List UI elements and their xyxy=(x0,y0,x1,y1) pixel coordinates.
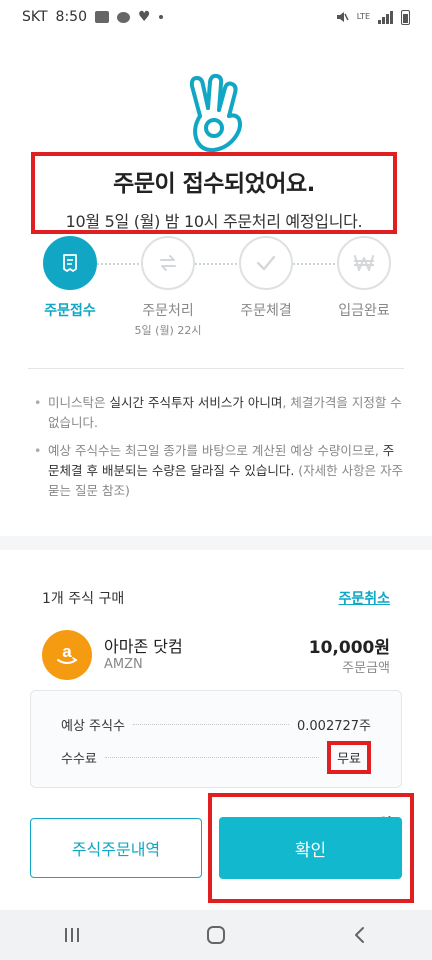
recent-apps-icon xyxy=(65,928,79,942)
stock-ticker: AMZN xyxy=(104,657,143,672)
svg-text:a: a xyxy=(62,642,72,661)
check-icon xyxy=(256,255,276,271)
step-sub-label: 5일 (월) 22시 xyxy=(134,324,202,337)
notice-item: 예상 주식수는 최근일 종가를 바탕으로 계산된 예상 수량이므로, 주문체결 … xyxy=(34,441,404,501)
cancel-order-link[interactable]: 주문취소 xyxy=(338,588,390,608)
won-icon xyxy=(354,255,374,271)
order-amount-label: 주문금액 xyxy=(342,661,390,676)
back-icon xyxy=(355,927,364,943)
step-circle xyxy=(43,236,97,290)
notice-text: 예상 주식수는 최근일 종가를 바탕으로 계산된 예상 수량이므로, xyxy=(48,443,383,458)
photo-icon xyxy=(95,11,109,23)
clock: 8:50 xyxy=(55,9,87,25)
signal-icon xyxy=(378,10,393,24)
receipt-icon xyxy=(63,254,77,272)
order-progress-steps: 주문접수 주문처리 5일 (월) 22시 주문체결 입금완료 xyxy=(0,236,432,346)
notice-item: 미니스탁은 실시간 주식투자 서비스가 아니며, 체결가격을 지정할 수 없습니… xyxy=(34,393,404,433)
status-bar: SKT 8:50 ♥ LTE xyxy=(0,0,432,34)
amazon-logo-icon: a xyxy=(57,642,78,664)
stock-name: 아마존 닷컴 xyxy=(104,637,183,656)
step-circle xyxy=(141,236,195,290)
fee-row: 수수료 무료 xyxy=(61,741,371,774)
back-button[interactable] xyxy=(330,915,390,955)
leader-dots xyxy=(104,757,320,758)
step-order-received: 주문접수 xyxy=(25,236,115,320)
leader-dots xyxy=(132,724,289,725)
status-left: SKT 8:50 ♥ xyxy=(22,9,163,25)
order-history-button[interactable]: 주식주문내역 xyxy=(30,818,202,878)
notice-emphasis: 실시간 주식투자 서비스가 아니며 xyxy=(109,395,283,410)
step-circle xyxy=(337,236,391,290)
carrier-label: SKT xyxy=(22,9,48,25)
expected-shares-value: 0.002727주 xyxy=(297,719,371,734)
order-received-highlight: 주문이 접수되었어요. 10월 5일 (월) 밤 10시 주문처리 예정입니다. xyxy=(31,152,397,234)
order-detail-box: 예상 주식수 0.002727주 수수료 무료 xyxy=(30,690,402,788)
expected-shares-row: 예상 주식수 0.002727주 xyxy=(61,715,371,734)
section-separator xyxy=(0,536,432,550)
confirm-button[interactable]: 확인 xyxy=(219,817,402,879)
home-icon xyxy=(207,926,225,944)
step-deposit-complete: 입금완료 xyxy=(319,236,409,320)
ok-hand-icon xyxy=(189,73,242,153)
status-right: LTE xyxy=(335,9,410,25)
step-label: 주문접수 xyxy=(44,303,96,319)
step-label: 입금완료 xyxy=(338,303,390,319)
order-count-heading: 1개 주식 구매 xyxy=(42,591,125,607)
step-order-executed: 주문체결 xyxy=(221,236,311,320)
page-title: 주문이 접수되었어요. xyxy=(113,171,315,197)
battery-icon xyxy=(401,9,410,25)
recent-apps-button[interactable] xyxy=(42,915,102,955)
divider xyxy=(28,368,404,369)
step-order-processing: 주문처리 5일 (월) 22시 xyxy=(123,236,213,338)
network-label: LTE xyxy=(356,12,370,21)
page-subtitle: 10월 5일 (월) 밤 10시 주문처리 예정입니다. xyxy=(65,212,363,231)
order-amount: 10,000원 xyxy=(308,638,390,658)
notice-list: 미니스탁은 실시간 주식투자 서비스가 아니며, 체결가격을 지정할 수 없습니… xyxy=(34,393,404,509)
expected-shares-label: 예상 주식수 xyxy=(61,719,125,734)
heart-icon: ♥ xyxy=(138,9,151,25)
exchange-icon xyxy=(160,255,176,271)
home-button[interactable] xyxy=(186,915,246,955)
system-nav-bar xyxy=(0,910,432,960)
step-circle xyxy=(239,236,293,290)
fee-value: 무료 xyxy=(327,741,371,774)
step-label: 주문체결 xyxy=(240,303,292,319)
notice-text: 미니스탁은 xyxy=(48,395,110,410)
mute-icon xyxy=(336,12,349,22)
dot-icon xyxy=(158,15,163,19)
fee-label: 수수료 xyxy=(61,752,97,767)
amazon-logo: a xyxy=(42,630,92,680)
talk-icon xyxy=(117,11,130,23)
step-label: 주문처리 xyxy=(142,303,194,319)
